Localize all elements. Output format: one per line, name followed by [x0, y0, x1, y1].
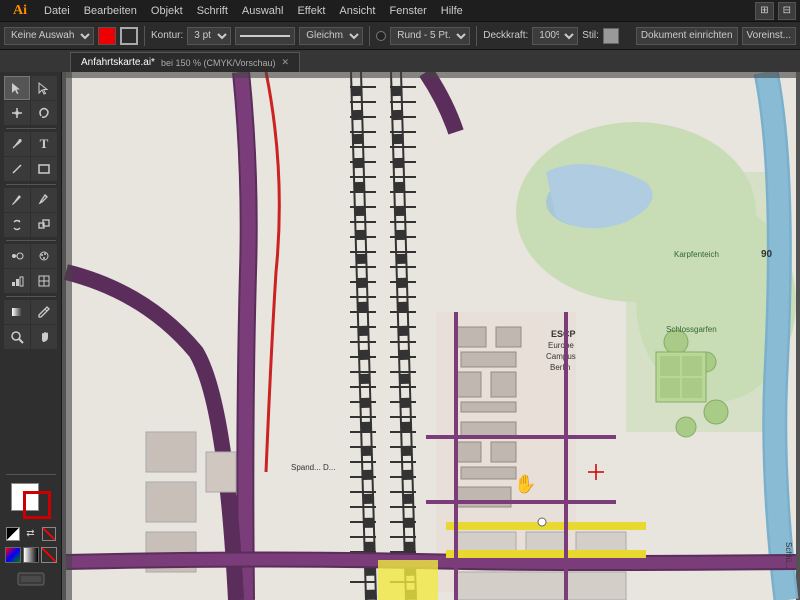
stroke-width-select[interactable]: 3 pt	[187, 27, 231, 45]
column-graph-tool[interactable]	[4, 269, 30, 293]
tab-info: bei 150 % (CMYK/Vorschau)	[161, 58, 276, 68]
menu-datei[interactable]: Datei	[38, 3, 76, 19]
menu-effekt[interactable]: Effekt	[291, 3, 331, 19]
end-style-select[interactable]: Rund - 5 Pt.	[390, 27, 470, 45]
pencil-tool[interactable]	[31, 188, 57, 212]
toolbar: Keine Auswahl Kontur: 3 pt Gleichm. Rund…	[0, 22, 800, 50]
hand-tool[interactable]	[31, 325, 57, 349]
color-btn[interactable]	[5, 547, 21, 563]
tool-row-8	[4, 269, 57, 293]
svg-text:Spand... D...: Spand... D...	[291, 463, 335, 472]
menu-objekt[interactable]: Objekt	[145, 3, 189, 19]
swatch-extras: ⇄	[6, 527, 56, 541]
rect-tool[interactable]	[31, 157, 57, 181]
sep2	[369, 26, 370, 46]
svg-text:Karpfenteich: Karpfenteich	[674, 250, 719, 259]
stroke-swatch-tool[interactable]	[23, 491, 51, 519]
stroke-fill-toggle[interactable]	[120, 27, 138, 45]
tab-filename: Anfahrtskarte.ai*	[81, 57, 155, 68]
sep1	[144, 26, 145, 46]
tool-row-4	[4, 157, 57, 181]
tabbar: Anfahrtskarte.ai* bei 150 % (CMYK/Vorsch…	[0, 50, 800, 72]
blend-tool[interactable]	[4, 244, 30, 268]
style-label: Stil:	[582, 30, 599, 41]
paintbrush-tool[interactable]	[4, 188, 30, 212]
svg-text:ESCP: ESCP	[551, 329, 576, 339]
tab-close-btn[interactable]: ✕	[282, 57, 290, 68]
menu-fenster[interactable]: Fenster	[383, 3, 432, 19]
pen-tool[interactable]	[4, 132, 30, 156]
stroke-color-swatch[interactable]	[98, 27, 116, 45]
round-dot	[376, 31, 386, 41]
selection-dropdown[interactable]: Keine Auswahl	[4, 27, 94, 45]
toolbar-right: Dokument einrichten Voreinst...	[636, 27, 796, 45]
main-area: T	[0, 72, 800, 600]
svg-text:Europe: Europe	[548, 341, 574, 350]
menu-schrift[interactable]: Schrift	[191, 3, 234, 19]
tool-row-6	[4, 213, 57, 237]
sep3	[476, 26, 477, 46]
type-tool[interactable]: T	[31, 132, 57, 156]
tool-row-1	[4, 76, 57, 100]
menubar: Ai Datei Bearbeiten Objekt Schrift Auswa…	[0, 0, 800, 22]
svg-text:Schlü...: Schlü...	[784, 542, 793, 569]
tool-row-3: T	[4, 132, 57, 156]
tool-row-5	[4, 188, 57, 212]
zoom-tool[interactable]	[4, 325, 30, 349]
document-tab[interactable]: Anfahrtskarte.ai* bei 150 % (CMYK/Vorsch…	[70, 52, 300, 72]
tool-row-10	[4, 325, 57, 349]
symbol-spray-tool[interactable]	[31, 244, 57, 268]
style-swatch[interactable]	[603, 28, 619, 44]
svg-text:Campus: Campus	[546, 352, 576, 361]
arrange-btn[interactable]: ⊟	[778, 2, 796, 20]
default-colors-btn[interactable]	[6, 527, 20, 541]
kontur-label: Kontur:	[151, 30, 183, 41]
none-icon[interactable]	[42, 527, 56, 541]
canvas-area[interactable]: ESCP Europe Campus Berlin Schlossgarfen …	[62, 72, 800, 600]
menu-ansicht[interactable]: Ansicht	[333, 3, 381, 19]
svg-text:90: 90	[761, 249, 773, 260]
tools-panel: T	[0, 72, 62, 600]
color-swatches: ⇄	[1, 468, 61, 596]
svg-text:Schlossgarfen: Schlossgarfen	[666, 325, 717, 334]
stroke-line-preview	[235, 27, 295, 45]
menu-bearbeiten[interactable]: Bearbeiten	[78, 3, 143, 19]
menu-auswahl[interactable]: Auswahl	[236, 3, 290, 19]
voreinst-btn[interactable]: Voreinst...	[742, 27, 796, 45]
none-fill-btn[interactable]	[41, 547, 57, 563]
tool-sep-3	[6, 240, 56, 241]
tool-row-2	[4, 101, 57, 125]
direct-selection-tool[interactable]	[31, 76, 57, 100]
magic-wand-tool[interactable]	[4, 101, 30, 125]
tool-sep-1	[6, 128, 56, 129]
tool-row-9	[4, 300, 57, 324]
eyedropper-tool[interactable]	[31, 300, 57, 324]
scale-tool[interactable]	[31, 213, 57, 237]
line-tool[interactable]	[4, 157, 30, 181]
selection-tool[interactable]	[4, 76, 30, 100]
app-logo: Ai	[4, 1, 36, 21]
rotate-tool[interactable]	[4, 213, 30, 237]
opacity-select[interactable]: 100%	[532, 27, 578, 45]
gradient-tool[interactable]	[4, 300, 30, 324]
tool-row-7	[4, 244, 57, 268]
mesh-tool[interactable]	[31, 269, 57, 293]
opacity-label: Deckkraft:	[483, 30, 528, 41]
bottom-panel-btn[interactable]	[16, 569, 46, 592]
doc-einrichten-btn[interactable]: Dokument einrichten	[636, 27, 738, 45]
svg-text:✋: ✋	[514, 473, 536, 494]
gradient-swatch-btn[interactable]	[23, 547, 39, 563]
tool-sep-4	[6, 296, 56, 297]
swap-colors-btn[interactable]: ⇄	[24, 527, 38, 541]
tool-sep-2	[6, 184, 56, 185]
map-svg: ESCP Europe Campus Berlin Schlossgarfen …	[62, 72, 800, 600]
lasso-tool[interactable]	[31, 101, 57, 125]
menu-hilfe[interactable]: Hilfe	[435, 3, 469, 19]
workspace-btn[interactable]: ⊞	[755, 2, 773, 20]
color-mode-btns	[5, 547, 57, 563]
tool-sep-5	[6, 474, 56, 475]
stroke-type-select[interactable]: Gleichm.	[299, 27, 363, 45]
